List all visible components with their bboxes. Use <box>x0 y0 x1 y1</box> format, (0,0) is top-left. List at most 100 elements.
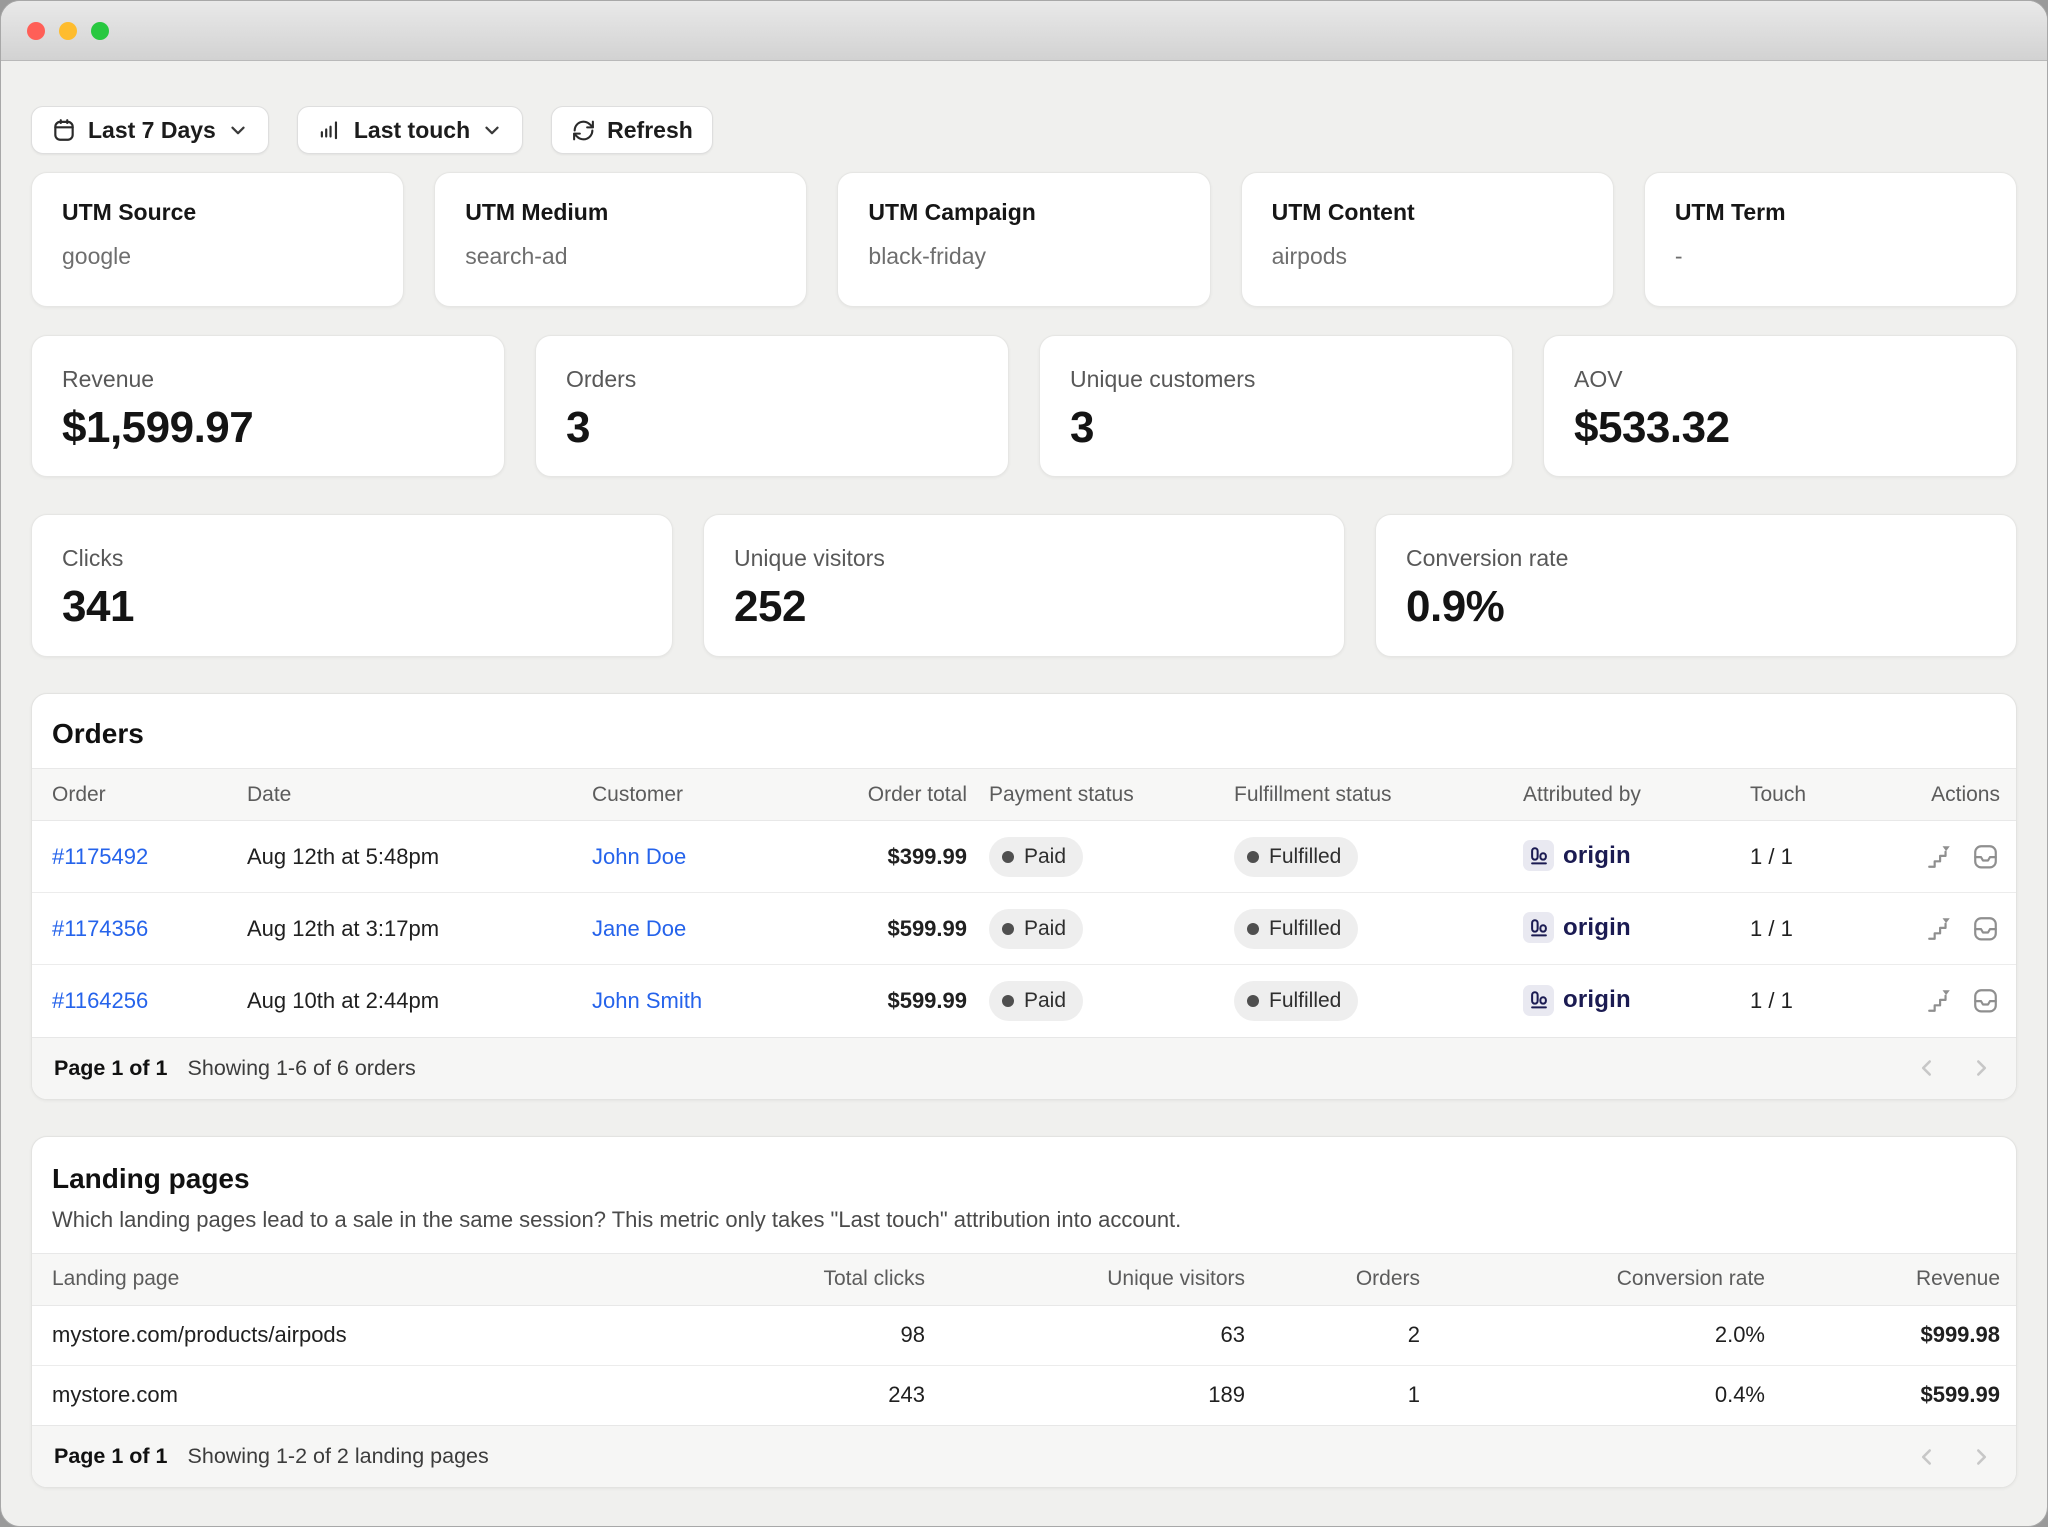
status-dot-icon <box>1002 995 1014 1007</box>
status-dot-icon <box>1247 923 1259 935</box>
status-dot-icon <box>1002 923 1014 935</box>
journey-steps-icon[interactable] <box>1925 842 1954 871</box>
zoom-window-button[interactable] <box>91 22 109 40</box>
col-header-payment: Payment status <box>967 769 1212 821</box>
minimize-window-button[interactable] <box>59 22 77 40</box>
aov-value: $533.32 <box>1574 403 1986 453</box>
inbox-icon[interactable] <box>1971 914 2000 943</box>
status-dot-icon <box>1247 851 1259 863</box>
landing-pages-description: Which landing pages lead to a sale in th… <box>52 1207 1996 1233</box>
order-date: Aug 10th at 2:44pm <box>247 965 592 1037</box>
unique-customers-label: Unique customers <box>1070 366 1482 393</box>
close-window-button[interactable] <box>27 22 45 40</box>
order-actions <box>1917 842 2000 871</box>
calendar-icon <box>51 117 77 143</box>
order-row: #1174356 Aug 12th at 3:17pm Jane Doe $59… <box>32 893 2017 965</box>
order-id-link[interactable]: #1164256 <box>52 988 148 1013</box>
date-range-dropdown[interactable]: Last 7 Days <box>31 106 269 154</box>
chevron-left-icon[interactable] <box>1914 1055 1940 1081</box>
refresh-button[interactable]: Refresh <box>551 106 713 154</box>
landing-unique-visitors: 189 <box>925 1365 1245 1425</box>
landing-page-url: mystore.com/products/airpods <box>32 1305 695 1365</box>
orders-pagination-footer: Page 1 of 1 Showing 1-6 of 6 orders <box>32 1037 2016 1099</box>
payment-status-badge: Paid <box>989 837 1083 877</box>
inbox-icon[interactable] <box>1971 842 2000 871</box>
metrics-row-1: Revenue $1,599.97 Orders 3 Unique custom… <box>31 335 2017 477</box>
unique-visitors-value: 252 <box>734 582 1314 632</box>
col-header-order: Order <box>32 769 247 821</box>
window-titlebar <box>1 1 2047 61</box>
chevron-down-icon <box>481 119 503 141</box>
unique-customers-metric-card: Unique customers 3 <box>1039 335 1513 477</box>
order-total: $599.99 <box>782 893 967 965</box>
col-header-unique-visitors: Unique visitors <box>925 1253 1245 1305</box>
clicks-label: Clicks <box>62 545 642 572</box>
chevron-down-icon <box>227 119 249 141</box>
utm-term-label: UTM Term <box>1675 199 1986 226</box>
app-window: Last 7 Days Last touch Refresh <box>0 0 2048 1527</box>
customer-link[interactable]: John Smith <box>592 988 702 1013</box>
chevron-left-icon[interactable] <box>1914 1444 1940 1470</box>
attributed-by-origin[interactable]: origin <box>1523 840 1631 871</box>
journey-steps-icon[interactable] <box>1925 914 1954 943</box>
landing-conversion-rate: 0.4% <box>1420 1365 1765 1425</box>
origin-logo-icon <box>1523 912 1554 943</box>
aov-label: AOV <box>1574 366 1986 393</box>
customer-link[interactable]: John Doe <box>592 844 686 869</box>
landing-pages-panel: Landing pages Which landing pages lead t… <box>31 1136 2017 1489</box>
origin-logo-icon <box>1523 840 1554 871</box>
landing-orders: 1 <box>1245 1365 1420 1425</box>
utm-content-label: UTM Content <box>1272 199 1583 226</box>
unique-customers-value: 3 <box>1070 403 1482 453</box>
inbox-icon[interactable] <box>1971 986 2000 1015</box>
payment-status-badge: Paid <box>989 909 1083 949</box>
orders-page-indicator: Page 1 of 1 <box>54 1056 168 1081</box>
utm-medium-card: UTM Medium search-ad <box>434 172 807 307</box>
attributed-by-origin[interactable]: origin <box>1523 912 1631 943</box>
attribution-model-dropdown[interactable]: Last touch <box>297 106 523 154</box>
attribution-model-label: Last touch <box>354 117 470 144</box>
unique-visitors-metric-card: Unique visitors 252 <box>703 514 1345 657</box>
utm-cards-row: UTM Source google UTM Medium search-ad U… <box>31 172 2017 307</box>
landing-page-row: mystore.com/products/airpods 98 63 2 2.0… <box>32 1305 2017 1365</box>
landing-header-row: Landing page Total clicks Unique visitor… <box>32 1253 2017 1305</box>
col-header-conversion-rate: Conversion rate <box>1420 1253 1765 1305</box>
dashboard-content: Last 7 Days Last touch Refresh <box>1 61 2047 1526</box>
landing-revenue: $999.98 <box>1765 1305 2017 1365</box>
utm-term-card: UTM Term - <box>1644 172 2017 307</box>
landing-pager <box>1914 1444 1994 1470</box>
landing-revenue: $599.99 <box>1765 1365 2017 1425</box>
landing-page-indicator: Page 1 of 1 <box>54 1444 168 1469</box>
conversion-rate-metric-card: Conversion rate 0.9% <box>1375 514 2017 657</box>
col-header-date: Date <box>247 769 592 821</box>
customer-link[interactable]: Jane Doe <box>592 916 686 941</box>
journey-steps-icon[interactable] <box>1925 986 1954 1015</box>
orders-label: Orders <box>566 366 978 393</box>
utm-content-card: UTM Content airpods <box>1241 172 1614 307</box>
chevron-right-icon[interactable] <box>1968 1444 1994 1470</box>
landing-pages-title: Landing pages <box>52 1163 1996 1195</box>
landing-showing-text: Showing 1-2 of 2 landing pages <box>188 1444 489 1469</box>
clicks-metric-card: Clicks 341 <box>31 514 673 657</box>
landing-total-clicks: 98 <box>695 1305 925 1365</box>
utm-source-label: UTM Source <box>62 199 373 226</box>
utm-medium-value: search-ad <box>465 243 776 270</box>
col-header-order-total: Order total <box>782 769 967 821</box>
col-header-fulfillment: Fulfillment status <box>1212 769 1507 821</box>
chevron-right-icon[interactable] <box>1968 1055 1994 1081</box>
order-id-link[interactable]: #1175492 <box>52 844 148 869</box>
landing-total-clicks: 243 <box>695 1365 925 1425</box>
orders-pager <box>1914 1055 1994 1081</box>
attributed-by-origin[interactable]: origin <box>1523 985 1631 1016</box>
order-total: $399.99 <box>782 821 967 893</box>
utm-source-value: google <box>62 243 373 270</box>
metrics-row-2: Clicks 341 Unique visitors 252 Conversio… <box>31 514 2017 657</box>
fulfillment-status-badge: Fulfilled <box>1234 981 1358 1021</box>
col-header-attributed: Attributed by <box>1507 769 1732 821</box>
utm-content-value: airpods <box>1272 243 1583 270</box>
order-actions <box>1917 914 2000 943</box>
col-header-actions: Actions <box>1917 769 2017 821</box>
fulfillment-status-badge: Fulfilled <box>1234 909 1358 949</box>
unique-visitors-label: Unique visitors <box>734 545 1314 572</box>
order-id-link[interactable]: #1174356 <box>52 916 148 941</box>
